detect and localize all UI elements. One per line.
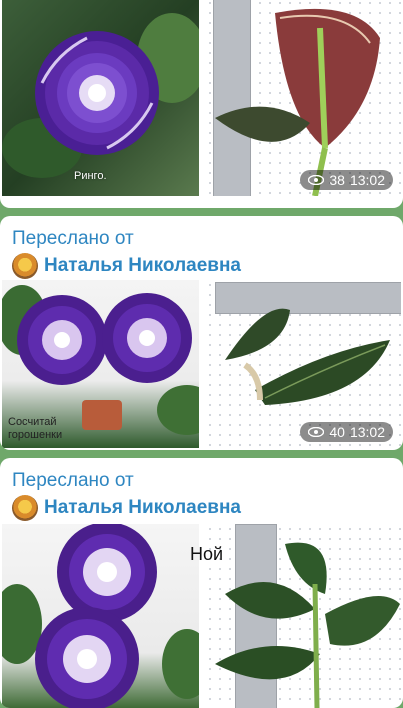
leaf-illustration <box>214 8 380 196</box>
photo-cutting-1[interactable]: 38 13:02 <box>204 0 401 196</box>
photo-gloxinia-count-peas[interactable]: Сосчитай горошенки <box>2 280 199 448</box>
forwarded-author-name[interactable]: Наталья Николаевна <box>44 254 241 278</box>
forwarded-author-name[interactable]: Наталья Николаевна <box>44 496 241 520</box>
leaf-illustration <box>214 542 400 708</box>
eye-icon <box>308 427 325 437</box>
photo-gloxinia-ringo[interactable]: Ринго. <box>2 0 199 196</box>
message-time: 13:02 <box>349 424 385 440</box>
photo-gloxinia-noy[interactable] <box>2 524 199 708</box>
avatar[interactable] <box>12 253 38 279</box>
photo-caption: Ринго. <box>74 170 107 182</box>
forwarded-from-label: Переслано от <box>12 470 134 491</box>
view-count: 38 <box>329 172 345 188</box>
photo-cutting-3[interactable] <box>204 524 401 708</box>
avatar[interactable] <box>12 495 38 521</box>
message-album-1: Ринго. 38 13:02 <box>0 0 403 208</box>
flower-illustration <box>2 13 199 178</box>
forwarded-from-label: Переслано от <box>12 228 134 249</box>
photo-caption: Сосчитай горошенки <box>8 416 63 441</box>
message-time: 13:02 <box>349 172 385 188</box>
eye-icon <box>308 175 325 185</box>
message-album-2: Переслано от Наталья Николаевна Сосчитай… <box>0 216 403 450</box>
forwarded-author[interactable]: Наталья Николаевна <box>12 495 391 521</box>
forward-header: Переслано от Наталья Николаевна <box>0 458 403 521</box>
forwarded-author[interactable]: Наталья Николаевна <box>12 253 391 279</box>
view-time-badge: 38 13:02 <box>300 170 393 190</box>
view-time-badge: 40 13:02 <box>300 422 393 442</box>
photo-cutting-2[interactable]: 40 13:02 <box>204 280 401 448</box>
flower-illustration <box>2 524 199 708</box>
forward-header: Переслано от Наталья Николаевна <box>0 216 403 279</box>
photo-label-noy: Ной <box>190 544 224 564</box>
view-count: 40 <box>329 424 345 440</box>
message-album-3: Переслано от Наталья Николаевна Ной <box>0 458 403 708</box>
